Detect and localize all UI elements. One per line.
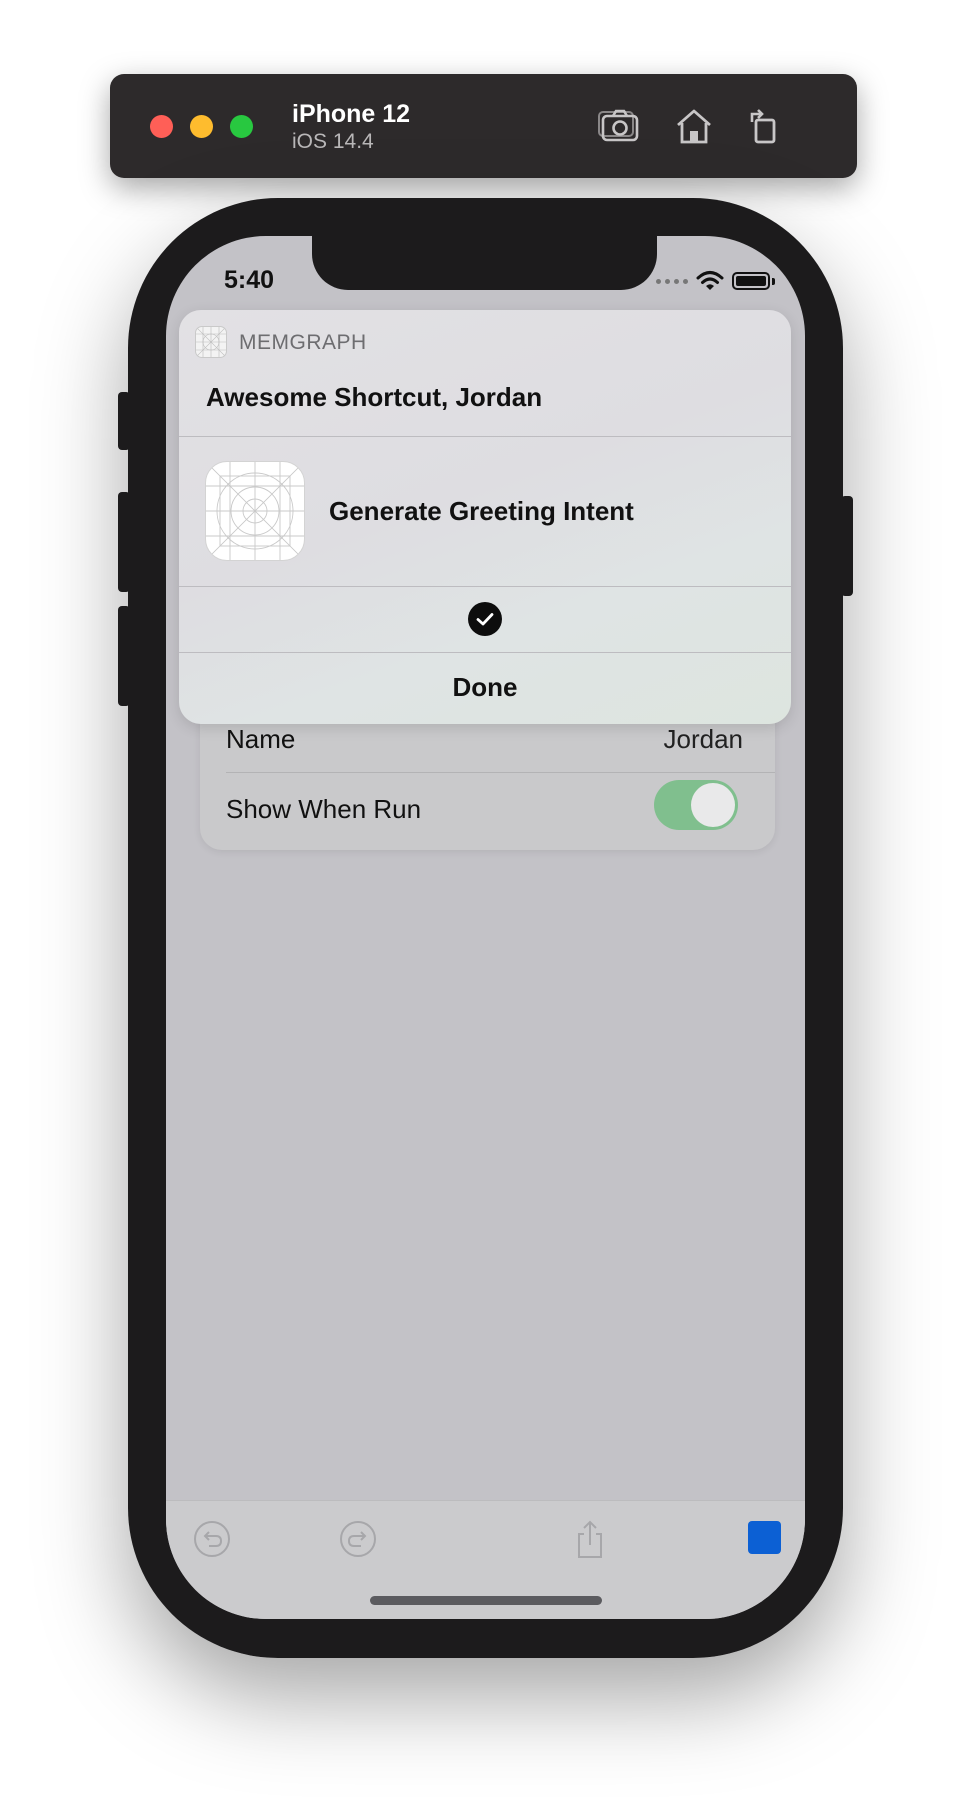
done-button[interactable]: Done — [179, 672, 791, 703]
device-name: iPhone 12 — [292, 100, 411, 128]
simulator-title-bar: iPhone 12 iOS 14.4 — [110, 74, 857, 178]
rotate-icon — [750, 109, 776, 144]
status-time: 5:40 — [224, 266, 275, 294]
redo-icon — [340, 1521, 376, 1557]
divider — [179, 436, 791, 437]
shortcut-notification: MEMGRAPH Awesome Shortcut, Jordan Genera… — [179, 310, 791, 724]
home-button[interactable] — [672, 104, 716, 148]
home-icon — [677, 109, 711, 144]
cellular-icon — [656, 278, 688, 284]
app-icon — [195, 326, 227, 358]
toggle-knob — [691, 783, 735, 827]
share-button[interactable] — [570, 1519, 610, 1559]
intent-label: Generate Greeting Intent — [329, 496, 634, 526]
home-indicator — [370, 1596, 602, 1605]
screenshot-icon — [598, 109, 639, 142]
name-row-label: Name — [226, 724, 296, 754]
app-name: MEMGRAPH — [239, 331, 367, 354]
divider — [179, 652, 791, 653]
row-divider — [226, 772, 775, 773]
zoom-window-button[interactable] — [230, 115, 253, 138]
screenshot-button[interactable] — [598, 104, 642, 148]
stop-button[interactable] — [748, 1521, 781, 1554]
wifi-icon — [696, 271, 724, 290]
close-window-button[interactable] — [150, 115, 173, 138]
intent-icon — [205, 461, 305, 561]
undo-icon — [194, 1521, 230, 1557]
show-when-run-label: Show When Run — [226, 794, 422, 824]
name-row-value[interactable]: Jordan — [664, 724, 744, 755]
notification-title: Awesome Shortcut, Jordan — [206, 382, 543, 412]
status-indicators — [656, 270, 775, 292]
divider — [179, 586, 791, 587]
share-icon — [578, 1520, 602, 1558]
checkmark-icon — [468, 602, 502, 636]
rotate-button[interactable] — [742, 104, 786, 148]
os-version: iOS 14.4 — [292, 130, 374, 153]
show-when-run-toggle[interactable] — [654, 780, 738, 830]
notch — [312, 236, 657, 290]
phone-screen: 5:40 Name Jordan Show When Run MEMGRAPH … — [166, 236, 805, 1619]
redo-button[interactable] — [338, 1519, 378, 1559]
minimize-window-button[interactable] — [190, 115, 213, 138]
battery-icon — [732, 272, 770, 290]
undo-button[interactable] — [192, 1519, 232, 1559]
